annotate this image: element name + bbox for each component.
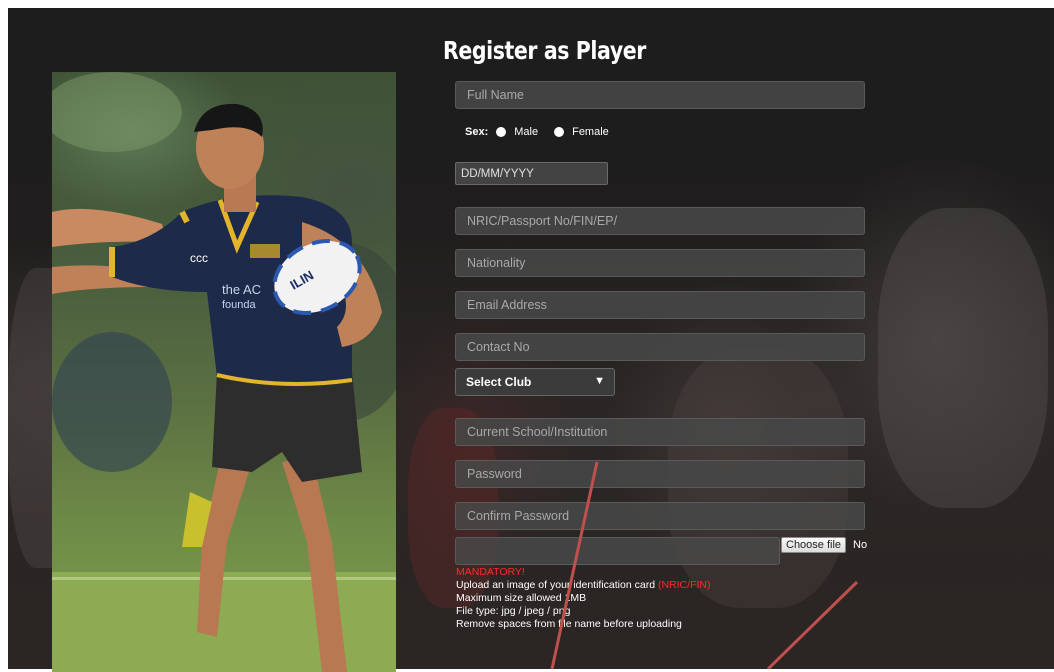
date-of-birth-input[interactable] [455, 162, 608, 185]
player-photo: ILIN the AC founda ccc [52, 72, 396, 672]
school-input[interactable] [455, 418, 865, 446]
club-select[interactable]: Select Club ▼ [455, 368, 615, 396]
password-input[interactable] [455, 460, 865, 488]
full-name-input[interactable] [455, 81, 865, 109]
mandatory-label: MANDATORY! [456, 566, 525, 578]
jersey-logo: ccc [190, 251, 208, 265]
id-type-highlight: (NRIC/FIN) [657, 579, 711, 591]
file-name-display [455, 537, 780, 565]
upload-line-1-text: Upload an image of your identification c… [456, 579, 658, 591]
no-file-text: No [853, 539, 868, 551]
email-input[interactable] [455, 291, 865, 319]
nationality-input[interactable] [455, 249, 865, 277]
sex-radio-group: Sex: Male Female [465, 124, 625, 140]
player-illustration: ILIN the AC founda ccc [52, 72, 396, 672]
male-radio[interactable] [496, 127, 507, 137]
upload-line-4: Remove spaces from file name before uplo… [456, 618, 682, 630]
upload-line-3: File type: jpg / jpeg / png [456, 605, 571, 617]
page-title: Register as Player [443, 36, 646, 65]
sex-label: Sex: [465, 126, 489, 138]
background-player-shape [878, 208, 1048, 508]
jersey-text-2: founda [222, 299, 257, 311]
female-radio-label: Female [572, 126, 609, 138]
confirm-password-input[interactable] [455, 502, 865, 530]
upload-instructions: MANDATORY! Upload an image of your ident… [456, 566, 710, 631]
upload-line-1: Upload an image of your identification c… [456, 579, 710, 592]
jersey-text: the AC [222, 282, 261, 297]
jersey-crest [250, 244, 280, 258]
male-radio-label: Male [514, 126, 539, 138]
upload-line-2: Maximum size allowed 1MB [456, 592, 587, 604]
caret-down-icon: ▼ [594, 375, 605, 387]
female-radio[interactable] [554, 127, 565, 137]
choose-file-button[interactable]: Choose file [781, 537, 847, 553]
club-select-value: Select Club [466, 375, 532, 389]
nric-input[interactable] [455, 207, 865, 235]
contact-no-input[interactable] [455, 333, 865, 361]
